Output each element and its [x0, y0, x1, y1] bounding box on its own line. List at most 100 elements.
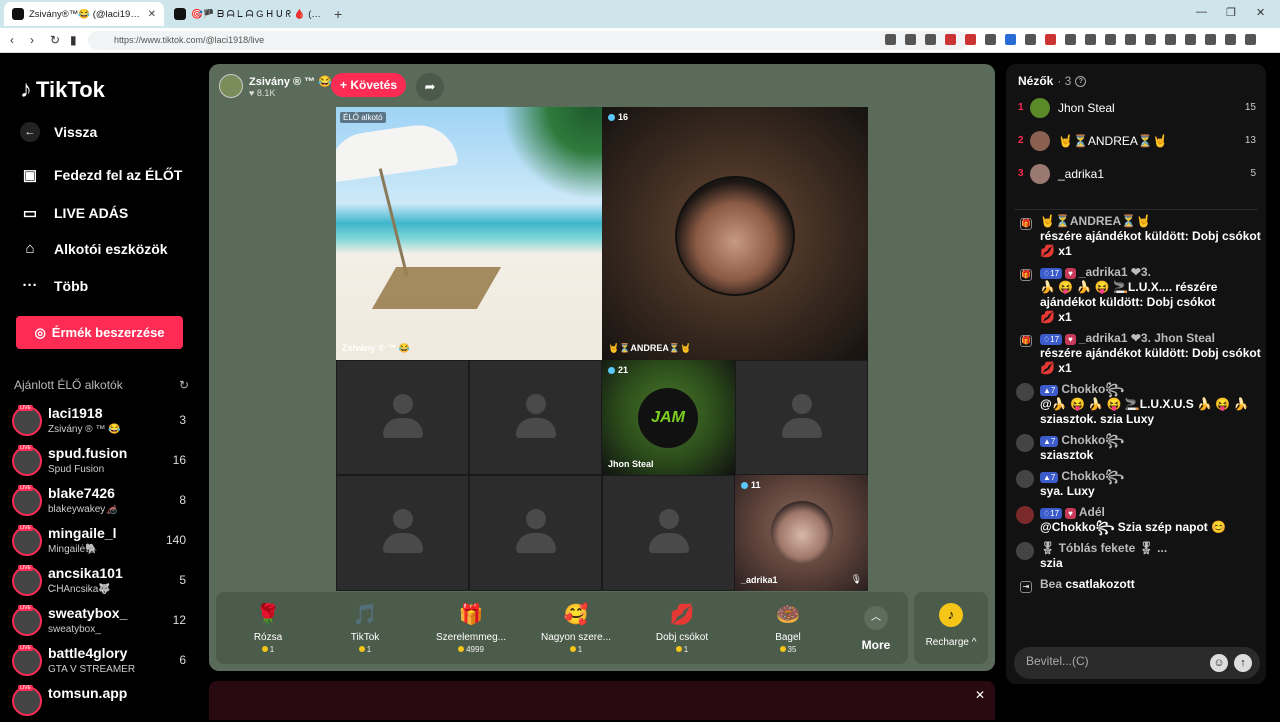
extension-icon[interactable] [1005, 34, 1016, 45]
get-coins-button[interactable]: ◎ Érmék beszerzése [16, 316, 183, 349]
nav-creator-tools[interactable]: ⌂ Alkotói eszközök [20, 240, 167, 257]
chat-input[interactable] [1026, 654, 1196, 668]
close-window-icon[interactable]: ✕ [1256, 6, 1265, 19]
empty-guest-slot[interactable] [336, 475, 469, 591]
person-placeholder-icon [382, 509, 423, 557]
recommended-item[interactable]: LIVE sweatybox_ sweatybox_ 12 [10, 602, 190, 642]
empty-guest-slot[interactable] [735, 360, 868, 475]
chat-username[interactable]: Chokko꧂ [1061, 433, 1124, 447]
rewards-icon[interactable] [965, 34, 976, 45]
chat-message[interactable]: 🎖 Tóblás fekete 🎖 ... szia [1014, 541, 1262, 571]
chat-message[interactable]: ♢17 ♥ Adél @Chokko꧂ Szia szép napot 😊 [1014, 505, 1262, 535]
browser-tab[interactable]: 🎯🏴 ᗷ ᗩ ᒪ ᗩ G ᕼ ᑌ ᖇ 🩸 (@gabo... [166, 2, 332, 26]
reload-icon[interactable]: ↻ [50, 33, 60, 47]
host-info[interactable]: Zsivány ® ™ 😂 ♥ 8.1K [219, 72, 332, 100]
gift-item[interactable]: 🥰 Nagyon szere... 1 [530, 600, 622, 655]
vpn-icon[interactable] [1225, 34, 1236, 45]
extension-icon[interactable] [1045, 34, 1056, 45]
nav-explore-live[interactable]: ▣ Fedezd fel az ÉLŐT [20, 166, 182, 184]
chat-username[interactable]: Bea [1040, 577, 1062, 591]
recommended-item[interactable]: LIVE mingaile_l Mingailė🐘 140 [10, 522, 190, 562]
logo-text: TikTok [36, 77, 105, 102]
recommended-item[interactable]: LIVE laci1918 Zsivány ® ™ 😂 3 [10, 402, 190, 442]
empty-guest-slot[interactable] [469, 360, 602, 475]
nav-more[interactable]: ··· Több [20, 277, 89, 294]
chat-username[interactable]: Chokko꧂ [1061, 382, 1124, 396]
chat-message[interactable]: ▲7 Chokko꧂ sziasztok [1014, 433, 1262, 463]
chat-username[interactable]: 🤘⏳ANDREA⏳🤘 [1040, 214, 1151, 228]
chat-username[interactable]: _adrika1 ❤3. [1079, 265, 1151, 279]
empty-guest-slot[interactable] [469, 475, 602, 591]
chat-gift-message[interactable]: 🎁 ♢17 ♥ _adrika1 ❤3. 🍌 😝 🍌 😝 🚬L.U.X.... ré… [1014, 265, 1262, 325]
viewer-count: 5 [179, 573, 186, 587]
follow-button[interactable]: + Követés [331, 73, 406, 97]
empty-guest-slot[interactable] [602, 475, 735, 591]
top-viewer-row[interactable]: 3 _adrika1 5 [1016, 162, 1256, 188]
chat-message[interactable]: ▲7 Chokko꧂ sya. Luxy [1014, 469, 1262, 499]
extension-icon[interactable] [1105, 34, 1116, 45]
back-icon[interactable]: ‹ [10, 33, 14, 47]
forward-icon[interactable]: › [30, 33, 34, 47]
sidebar-icon[interactable] [1165, 34, 1176, 45]
extension-icon[interactable] [1125, 34, 1136, 45]
top-viewer-row[interactable]: 2 🤘⏳ANDREA⏳🤘 13 [1016, 129, 1256, 155]
guest-video-cell[interactable]: 11 _adrika1 🎙 [735, 475, 868, 591]
recommended-item[interactable]: LIVE spud.fusion Spud Fusion 16 [10, 442, 190, 482]
brave-shield-icon[interactable] [945, 34, 956, 45]
extension-icon[interactable] [1025, 34, 1036, 45]
host-avatar[interactable] [219, 74, 243, 98]
menu-icon[interactable] [1245, 34, 1256, 45]
guest-video-cell[interactable]: 16 🤘⏳ANDREA⏳🤘 [602, 107, 868, 360]
guest-video-cell[interactable]: JAM 21 Jhon Steal [602, 360, 735, 475]
minimize-icon[interactable]: — [1196, 6, 1207, 18]
gift-price-value: 1 [269, 645, 275, 654]
url-field[interactable]: https://www.tiktok.com/@laci1918/live [88, 31, 968, 50]
level-badge: ♢17 [1040, 334, 1063, 345]
recharge-button[interactable]: ♪ Recharge ^ [914, 592, 988, 664]
chat-username[interactable]: Chokko꧂ [1061, 469, 1124, 483]
recommended-item[interactable]: LIVE blake7426 blakeywakey🦽 8 [10, 482, 190, 522]
extension-icon[interactable] [985, 34, 996, 45]
top-viewer-row[interactable]: 1 Jhon Steal 15 [1016, 96, 1256, 122]
close-tab-icon[interactable]: ✕ [148, 9, 156, 20]
refresh-icon[interactable]: ↻ [179, 378, 189, 392]
translate-icon[interactable] [885, 34, 896, 45]
new-tab-button[interactable]: + [334, 6, 342, 22]
maximize-icon[interactable]: ❐ [1226, 6, 1236, 19]
extension-icon[interactable] [1065, 34, 1076, 45]
empty-guest-slot[interactable] [336, 360, 469, 475]
tiktok-logo[interactable]: ♪ TikTok [20, 76, 105, 104]
share-page-icon[interactable] [925, 34, 936, 45]
chat-gift-message[interactable]: 🎁 🤘⏳ANDREA⏳🤘 részére ajándékot küldött: … [1014, 214, 1262, 259]
wallet-icon[interactable] [1185, 34, 1196, 45]
gift-item[interactable]: 💋 Dobj csókot 1 [636, 600, 728, 655]
chat-username[interactable]: Adél [1079, 505, 1105, 519]
more-gifts-button[interactable]: ︿ More [856, 606, 896, 652]
help-icon[interactable]: ? [1075, 75, 1087, 87]
browser-tab-active[interactable]: Zsivány®™😂 (@laci1918) É... ✕ [4, 2, 164, 26]
gift-item[interactable]: 🎁 Szerelemmeg... 4999 [425, 600, 517, 655]
nav-back[interactable]: ← Vissza [20, 122, 97, 142]
nav-go-live[interactable]: ▭ LIVE ADÁS [20, 204, 128, 222]
share-icon[interactable]: ➦ [416, 73, 444, 101]
gift-item[interactable]: 🌹 Rózsa 1 [222, 600, 314, 655]
recommended-item[interactable]: LIVE tomsun.app [10, 682, 190, 722]
gift-item[interactable]: 🎵 TikTok 1 [319, 600, 411, 655]
chat-gift-message[interactable]: 🎁 ♢17 ♥ _adrika1 ❤3. Jhon Steal részére aj… [1014, 331, 1262, 376]
extension-icon[interactable] [1085, 34, 1096, 45]
emoji-icon[interactable]: ☺ [1210, 654, 1228, 672]
chat-message[interactable]: ▲7 Chokko꧂ @🍌 😝 🍌 😝 🚬L.U.X.U.S 🍌 😝 🍌 szia… [1014, 382, 1262, 427]
send-icon[interactable]: ↑ [1234, 654, 1252, 672]
extensions-puzzle-icon[interactable] [1205, 34, 1216, 45]
recommended-item[interactable]: LIVE ancsika101 ᏨᎻAncsika🐺 5 [10, 562, 190, 602]
music-icon[interactable] [1145, 34, 1156, 45]
recommended-item[interactable]: LIVE battle4glory GTA V STREAMER 6 [10, 642, 190, 682]
recommended-header: Ajánlott ÉLŐ alkotók ↻ [14, 378, 189, 392]
close-banner-icon[interactable]: ✕ [975, 688, 985, 702]
chat-username[interactable]: _adrika1 ❤3. Jhon Steal [1079, 331, 1215, 345]
gift-item[interactable]: 🍩 Bagel 35 [742, 600, 834, 655]
bookmark-icon[interactable]: ▮ [70, 33, 77, 47]
host-video-cell[interactable]: ÉLŐ alkotó Zsivány ® ™ 😂 [336, 107, 602, 360]
zoom-icon[interactable] [905, 34, 916, 45]
chat-username[interactable]: 🎖 Tóblás fekete 🎖 ... [1040, 541, 1167, 555]
